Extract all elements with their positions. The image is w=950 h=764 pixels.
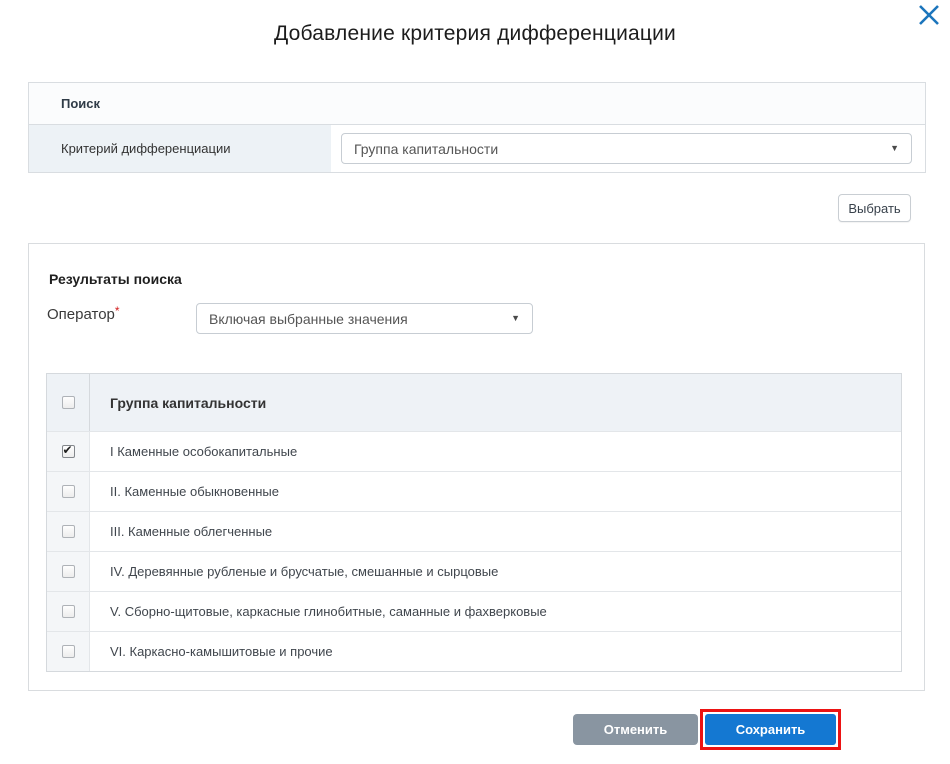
row-checkbox-cell[interactable] bbox=[47, 592, 90, 631]
row-checkbox[interactable] bbox=[62, 485, 75, 498]
row-label: V. Сборно-щитовые, каркасные глинобитные… bbox=[90, 592, 901, 631]
row-checkbox[interactable] bbox=[62, 605, 75, 618]
operator-select-value: Включая выбранные значения bbox=[209, 311, 408, 327]
row-label: VI. Каркасно-камышитовые и прочие bbox=[90, 632, 901, 671]
row-label: IV. Деревянные рубленые и брусчатые, сме… bbox=[90, 552, 901, 591]
search-results-panel: Результаты поиска Оператор* Включая выбр… bbox=[28, 243, 925, 691]
choose-button[interactable]: Выбрать bbox=[838, 194, 911, 222]
row-checkbox[interactable] bbox=[62, 565, 75, 578]
criterion-select-value: Группа капитальности bbox=[354, 141, 498, 157]
row-checkbox-cell[interactable] bbox=[47, 472, 90, 511]
table-row: VI. Каркасно-камышитовые и прочие bbox=[47, 631, 901, 671]
row-checkbox-cell[interactable] bbox=[47, 512, 90, 551]
operator-select[interactable]: Включая выбранные значения ▼ bbox=[196, 303, 533, 334]
criterion-value-cell: Группа капитальности ▼ bbox=[331, 125, 925, 172]
criterion-label: Критерий дифференциации bbox=[29, 125, 331, 172]
row-label: III. Каменные облегченные bbox=[90, 512, 901, 551]
table-header-label: Группа капитальности bbox=[90, 374, 901, 431]
row-checkbox-cell[interactable] bbox=[47, 552, 90, 591]
search-section: Поиск Критерий дифференциации Группа кап… bbox=[28, 82, 926, 173]
search-section-title: Поиск bbox=[29, 83, 925, 125]
table-row: IV. Деревянные рубленые и брусчатые, сме… bbox=[47, 551, 901, 591]
required-asterisk: * bbox=[115, 304, 120, 318]
table-row: III. Каменные облегченные bbox=[47, 511, 901, 551]
row-checkbox[interactable] bbox=[62, 645, 75, 658]
chevron-down-icon: ▼ bbox=[511, 314, 520, 323]
row-checkbox-cell[interactable] bbox=[47, 432, 90, 471]
save-button[interactable]: Сохранить bbox=[705, 714, 836, 745]
table-header-row: Группа капитальности bbox=[47, 374, 901, 431]
capital-groups-table: Группа капитальности I Каменные особокап… bbox=[46, 373, 902, 672]
table-row: V. Сборно-щитовые, каркасные глинобитные… bbox=[47, 591, 901, 631]
table-row: II. Каменные обыкновенные bbox=[47, 471, 901, 511]
save-button-highlight: Сохранить bbox=[700, 709, 841, 750]
results-title: Результаты поиска bbox=[49, 271, 182, 287]
operator-label: Оператор* bbox=[47, 304, 120, 323]
row-checkbox[interactable] bbox=[62, 525, 75, 538]
select-all-cell[interactable] bbox=[47, 374, 90, 431]
row-label: I Каменные особокапитальные bbox=[90, 432, 901, 471]
table-row: I Каменные особокапитальные bbox=[47, 431, 901, 471]
row-checkbox[interactable] bbox=[62, 445, 75, 458]
row-label: II. Каменные обыкновенные bbox=[90, 472, 901, 511]
criterion-select[interactable]: Группа капитальности ▼ bbox=[341, 133, 912, 164]
select-all-checkbox[interactable] bbox=[62, 396, 75, 409]
cancel-button[interactable]: Отменить bbox=[573, 714, 698, 745]
criterion-row: Критерий дифференциации Группа капитальн… bbox=[29, 125, 925, 172]
chevron-down-icon: ▼ bbox=[890, 144, 899, 153]
row-checkbox-cell[interactable] bbox=[47, 632, 90, 671]
page-title: Добавление критерия дифференциации bbox=[0, 22, 950, 46]
